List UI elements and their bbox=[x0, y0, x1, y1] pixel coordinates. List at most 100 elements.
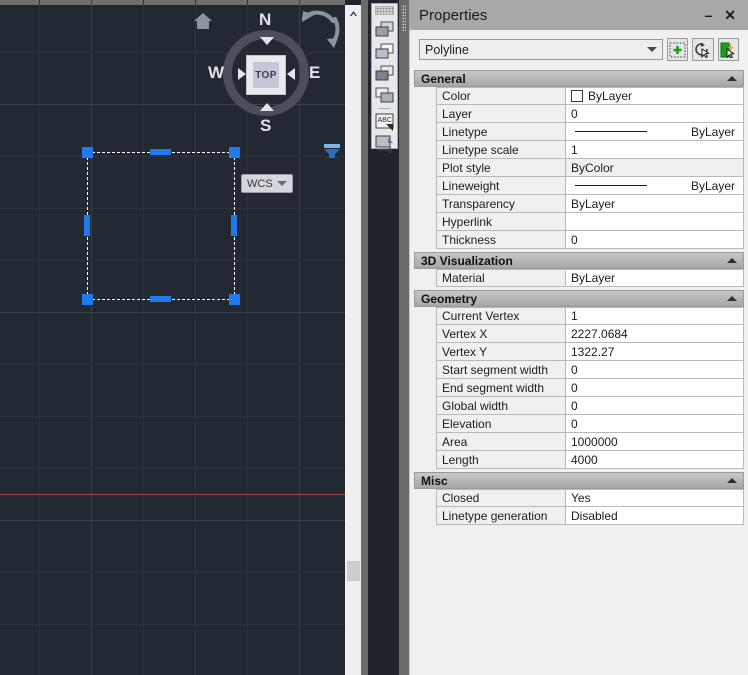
toolbar-drag-grip[interactable] bbox=[375, 6, 394, 15]
property-value-cell[interactable]: ByLayer bbox=[566, 269, 744, 287]
property-value: ByLayer bbox=[690, 178, 735, 193]
viewcube-arrow-up-icon[interactable] bbox=[260, 103, 274, 111]
grip-midpoint-right[interactable] bbox=[231, 215, 237, 236]
layers-toolbar[interactable]: ABC bbox=[371, 3, 398, 153]
property-row[interactable]: Layer 0 bbox=[436, 105, 744, 123]
viewcube-west-label[interactable]: W bbox=[208, 63, 224, 83]
property-row[interactable]: Length 4000 bbox=[436, 451, 744, 469]
layer-off-button[interactable] bbox=[373, 84, 396, 106]
viewcube-arrow-left-icon[interactable] bbox=[287, 68, 295, 80]
property-value-cell[interactable]: 0 bbox=[566, 379, 744, 397]
property-value-cell[interactable]: ByLayer bbox=[566, 87, 744, 105]
layer-freeze-icon bbox=[375, 65, 394, 80]
section-header[interactable]: 3D Visualization bbox=[414, 252, 744, 269]
layer-previous-button[interactable] bbox=[373, 18, 396, 40]
property-row[interactable]: End segment width 0 bbox=[436, 379, 744, 397]
property-row[interactable]: Vertex Y 1322.27 bbox=[436, 343, 744, 361]
viewcube-arrow-down-icon[interactable] bbox=[260, 37, 274, 45]
property-row[interactable]: Linetype ByLayer bbox=[436, 123, 744, 141]
property-value-cell[interactable]: 0 bbox=[566, 361, 744, 379]
selected-polyline[interactable] bbox=[82, 147, 240, 305]
viewcube-arrow-right-icon[interactable] bbox=[238, 68, 246, 80]
layer-freeze-button[interactable] bbox=[373, 62, 396, 84]
property-value-cell[interactable]: Yes bbox=[566, 489, 744, 507]
text-abc-button[interactable]: ABC bbox=[373, 111, 396, 133]
property-value-cell[interactable]: 1000000 bbox=[566, 433, 744, 451]
ucs-badge[interactable]: WCS bbox=[241, 174, 293, 193]
property-row[interactable]: Start segment width 0 bbox=[436, 361, 744, 379]
property-row[interactable]: Material ByLayer bbox=[436, 269, 744, 287]
collapse-triangle-icon[interactable] bbox=[727, 76, 737, 81]
quick-select-filter-button[interactable] bbox=[717, 38, 739, 61]
property-row[interactable]: Vertex X 2227.0684 bbox=[436, 325, 744, 343]
property-value-cell[interactable]: 2227.0684 bbox=[566, 325, 744, 343]
viewcube-east-label[interactable]: E bbox=[309, 63, 320, 83]
property-value-cell[interactable]: 0 bbox=[566, 415, 744, 433]
property-value-cell[interactable]: ByLayer bbox=[566, 195, 744, 213]
property-value: 1322.27 bbox=[571, 344, 615, 359]
nav-filter-icon[interactable] bbox=[322, 143, 342, 159]
property-value-cell[interactable]: 0 bbox=[566, 231, 744, 249]
property-row[interactable]: Plot style ByColor bbox=[436, 159, 744, 177]
property-row[interactable]: Color ByLayer bbox=[436, 87, 744, 105]
select-objects-button[interactable] bbox=[692, 38, 714, 61]
property-row[interactable]: Closed Yes bbox=[436, 489, 744, 507]
grip-corner-bottom-right[interactable] bbox=[229, 294, 240, 305]
property-value-cell[interactable]: 0 bbox=[566, 397, 744, 415]
chevron-down-icon[interactable] bbox=[276, 181, 287, 186]
property-row[interactable]: Linetype scale 1 bbox=[436, 141, 744, 159]
property-value-cell[interactable]: 4000 bbox=[566, 451, 744, 469]
object-type-dropdown[interactable]: Polyline bbox=[419, 39, 663, 60]
minimize-button[interactable]: – bbox=[704, 8, 712, 22]
home-icon[interactable] bbox=[193, 12, 213, 30]
section-header[interactable]: Geometry bbox=[414, 290, 744, 307]
collapse-triangle-icon[interactable] bbox=[727, 258, 737, 263]
section-header[interactable]: General bbox=[414, 70, 744, 87]
scrollbar-thumb[interactable] bbox=[347, 561, 360, 581]
grip-midpoint-left[interactable] bbox=[84, 215, 90, 236]
property-value: 1000000 bbox=[571, 434, 618, 449]
property-row[interactable]: Global width 0 bbox=[436, 397, 744, 415]
property-value-cell[interactable]: ByLayer bbox=[566, 123, 744, 141]
property-value-cell[interactable]: 1 bbox=[566, 141, 744, 159]
grip-midpoint-top[interactable] bbox=[150, 149, 171, 155]
property-value-cell[interactable] bbox=[566, 213, 744, 231]
viewcube-top-face[interactable]: TOP bbox=[246, 55, 286, 95]
close-button[interactable]: ✕ bbox=[724, 8, 736, 22]
canvas-vertical-scrollbar[interactable] bbox=[345, 5, 361, 675]
property-row[interactable]: Hyperlink bbox=[436, 213, 744, 231]
grip-corner-bottom-left[interactable] bbox=[82, 294, 93, 305]
property-row[interactable]: Lineweight ByLayer bbox=[436, 177, 744, 195]
property-row[interactable]: Current Vertex 1 bbox=[436, 307, 744, 325]
drag-dots-icon bbox=[402, 5, 406, 31]
panel-title: Properties bbox=[419, 6, 488, 24]
drawing-canvas[interactable]: TOP N S W E WCS bbox=[0, 0, 345, 675]
property-value-cell[interactable]: 1322.27 bbox=[566, 343, 744, 361]
property-row[interactable]: Thickness 0 bbox=[436, 231, 744, 249]
panel-drag-handle[interactable] bbox=[399, 0, 409, 675]
scroll-up-button[interactable] bbox=[345, 5, 361, 22]
collapse-triangle-icon[interactable] bbox=[727, 478, 737, 483]
property-row[interactable]: Transparency ByLayer bbox=[436, 195, 744, 213]
layer-merge-button[interactable] bbox=[373, 133, 396, 155]
collapse-triangle-icon[interactable] bbox=[727, 296, 737, 301]
property-row[interactable]: Elevation 0 bbox=[436, 415, 744, 433]
layer-isolate-icon bbox=[375, 43, 394, 58]
property-value-cell[interactable]: ByLayer bbox=[566, 177, 744, 195]
grip-midpoint-bottom[interactable] bbox=[150, 296, 171, 302]
rotate-arrows-icon[interactable] bbox=[300, 8, 342, 50]
grip-corner-top-right[interactable] bbox=[229, 147, 240, 158]
grip-corner-top-left[interactable] bbox=[82, 147, 93, 158]
viewcube-north-label[interactable]: N bbox=[259, 10, 271, 30]
section-header[interactable]: Misc bbox=[414, 472, 744, 489]
property-value-cell[interactable]: ByColor bbox=[566, 159, 744, 177]
property-row[interactable]: Linetype generation Disabled bbox=[436, 507, 744, 525]
viewcube-south-label[interactable]: S bbox=[260, 116, 271, 136]
property-value-cell[interactable]: 1 bbox=[566, 307, 744, 325]
property-value-cell[interactable]: 0 bbox=[566, 105, 744, 123]
property-value-cell[interactable]: Disabled bbox=[566, 507, 744, 525]
properties-titlebar[interactable]: Properties – ✕ bbox=[409, 0, 748, 30]
layer-isolate-button[interactable] bbox=[373, 40, 396, 62]
property-row[interactable]: Area 1000000 bbox=[436, 433, 744, 451]
quick-select-button[interactable] bbox=[667, 38, 689, 61]
